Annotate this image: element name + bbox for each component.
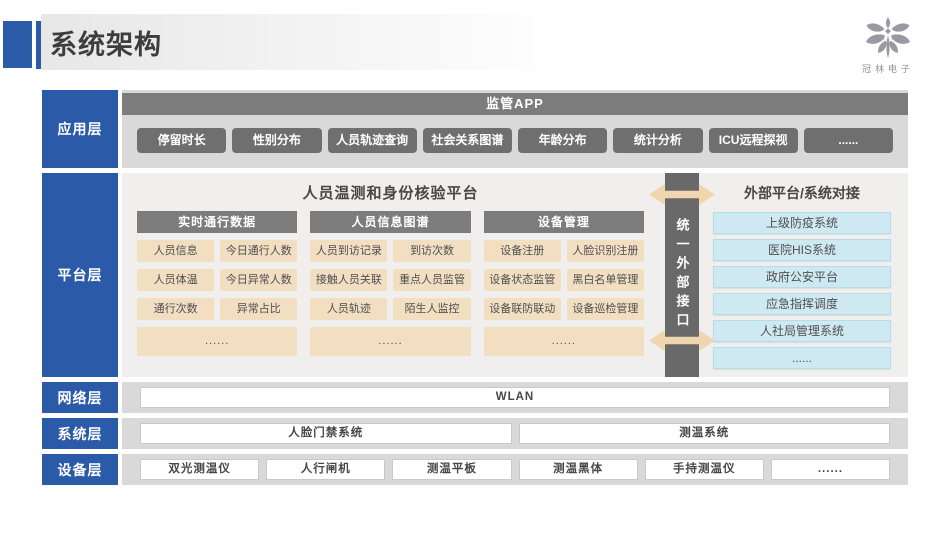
layer-label-application: 应用层	[42, 90, 118, 168]
application-feature-box: ......	[804, 128, 893, 153]
device-box: 测温黑体	[519, 459, 638, 480]
application-feature-list: 停留时长性别分布人员轨迹查询社会关系图谱年龄分布统计分析 ICU远程探视.....…	[137, 128, 893, 153]
platform-function-cell: 重点人员监管	[393, 269, 470, 291]
platform-function-cell: 异常占比	[220, 298, 297, 320]
device-layer-content: 双光测温仪人行闸机测温平板测温黑体手持测温仪......	[122, 454, 908, 485]
column-cell-grid: 设备注册人脸识别注册设备状态监管黑白名单管理设备联防联动设备巡检管理	[484, 240, 644, 320]
application-feature-box: 统计分析	[613, 128, 702, 153]
architecture-diagram: 应用层 监管APP 停留时长性别分布人员轨迹查询社会关系图谱年龄分布统计分析 IC…	[42, 90, 908, 490]
platform-function-cell: 今日通行人数	[220, 240, 297, 262]
unified-external-interface-bar: 统一外部接口	[665, 173, 699, 377]
platform-function-cell: 设备状态监管	[484, 269, 561, 291]
column-realtime-data: 实时通行数据 人员信息今日通行人数人员体温今日异常人数通行次数异常占比 ....…	[137, 211, 297, 356]
page: 系统架构 冠林电子 应用层 监管APP 停留时长性别分布人员轨迹查询社会关系图谱…	[0, 0, 950, 534]
column-more-cell: ......	[484, 327, 644, 356]
system-layer-row: 系统层 人脸门禁系统测温系统	[42, 418, 908, 449]
external-system-box: 政府公安平台	[713, 266, 891, 288]
platform-function-cell: 人员轨迹	[310, 298, 387, 320]
application-layer-row: 应用层 监管APP 停留时长性别分布人员轨迹查询社会关系图谱年龄分布统计分析 IC…	[42, 90, 908, 168]
device-box: 手持测温仪	[645, 459, 764, 480]
application-feature-box: 社会关系图谱	[423, 128, 512, 153]
platform-function-cell: 设备巡检管理	[567, 298, 644, 320]
device-box: 测温平板	[392, 459, 511, 480]
column-header: 设备管理	[484, 211, 644, 233]
network-layer-row: 网络层 WLAN	[42, 382, 908, 413]
column-cell-grid: 人员信息今日通行人数人员体温今日异常人数通行次数异常占比	[137, 240, 297, 320]
external-system-box: 上级防疫系统	[713, 212, 891, 234]
device-box: ......	[771, 459, 890, 480]
device-box: 双光测温仪	[140, 459, 259, 480]
platform-function-cell: 通行次数	[137, 298, 214, 320]
verification-platform-panel: 人员温测和身份核验平台 实时通行数据 人员信息今日通行人数人员体温今日异常人数通…	[122, 173, 651, 377]
page-title: 系统架构	[41, 23, 162, 62]
double-arrow-icon	[649, 330, 715, 351]
platform-function-cell: 人员到访记录	[310, 240, 387, 262]
system-box: 人脸门禁系统	[140, 423, 512, 444]
application-feature-box: 停留时长	[137, 128, 226, 153]
platform-function-cell: 设备联防联动	[484, 298, 561, 320]
platform-function-cell: 陌生人监控	[393, 298, 470, 320]
application-feature-box: 性别分布	[232, 128, 321, 153]
column-more-cell: ......	[310, 327, 470, 356]
external-system-list: 上级防疫系统医院HIS系统政府公安平台应急指挥调度人社局管理系统......	[713, 212, 891, 369]
column-header: 实时通行数据	[137, 211, 297, 233]
platform-title: 人员温测和身份核验平台	[130, 182, 651, 203]
system-layer-content: 人脸门禁系统测温系统	[122, 418, 908, 449]
platform-function-cell: 人员体温	[137, 269, 214, 291]
device-layer-row: 设备层 双光测温仪人行闸机测温平板测温黑体手持测温仪......	[42, 454, 908, 485]
platform-layer-row: 平台层 人员温测和身份核验平台 实时通行数据 人员信息今日通行人数人员体温今日异…	[42, 173, 908, 377]
platform-layer-content: 人员温测和身份核验平台 实时通行数据 人员信息今日通行人数人员体温今日异常人数通…	[122, 173, 908, 377]
application-feature-box: 人员轨迹查询	[328, 128, 417, 153]
title-strip: 系统架构	[41, 14, 701, 70]
platform-function-cell: 黑白名单管理	[567, 269, 644, 291]
column-header: 人员信息图谱	[310, 211, 470, 233]
title-accent-square	[3, 21, 32, 68]
external-panel-title: 外部平台/系统对接	[713, 183, 891, 203]
company-logo-text: 冠林电子	[850, 62, 926, 75]
platform-function-cell: 今日异常人数	[220, 269, 297, 291]
external-system-box: 应急指挥调度	[713, 293, 891, 315]
platform-function-cell: 人脸识别注册	[567, 240, 644, 262]
application-feature-box: ICU远程探视	[709, 128, 798, 153]
platform-function-cell: 人员信息	[137, 240, 214, 262]
external-systems-panel: 外部平台/系统对接 上级防疫系统医院HIS系统政府公安平台应急指挥调度人社局管理…	[713, 173, 891, 377]
layer-label-device: 设备层	[42, 454, 118, 485]
platform-function-cell: 设备注册	[484, 240, 561, 262]
tree-logo-icon	[860, 16, 916, 60]
platform-columns: 实时通行数据 人员信息今日通行人数人员体温今日异常人数通行次数异常占比 ....…	[137, 211, 644, 356]
platform-function-cell: 接触人员关联	[310, 269, 387, 291]
external-system-box: ......	[713, 347, 891, 369]
column-more-cell: ......	[137, 327, 297, 356]
application-layer-content: 监管APP 停留时长性别分布人员轨迹查询社会关系图谱年龄分布统计分析 ICU远程探…	[122, 90, 908, 168]
external-system-box: 医院HIS系统	[713, 239, 891, 261]
column-cell-grid: 人员到访记录到访次数接触人员关联重点人员监管人员轨迹陌生人监控	[310, 240, 470, 320]
system-box: 测温系统	[519, 423, 891, 444]
application-feature-box: 年龄分布	[518, 128, 607, 153]
layer-label-system: 系统层	[42, 418, 118, 449]
company-logo: 冠林电子	[850, 16, 926, 75]
platform-function-cell: 到访次数	[393, 240, 470, 262]
network-box: WLAN	[140, 387, 890, 408]
column-person-graph: 人员信息图谱 人员到访记录到访次数接触人员关联重点人员监管人员轨迹陌生人监控 .…	[310, 211, 470, 356]
column-device-management: 设备管理 设备注册人脸识别注册设备状态监管黑白名单管理设备联防联动设备巡检管理 …	[484, 211, 644, 356]
supervision-app-banner: 监管APP	[122, 93, 908, 115]
layer-label-platform: 平台层	[42, 173, 118, 377]
network-layer-content: WLAN	[122, 382, 908, 413]
layer-label-network: 网络层	[42, 382, 118, 413]
device-box: 人行闸机	[266, 459, 385, 480]
external-system-box: 人社局管理系统	[713, 320, 891, 342]
double-arrow-icon	[649, 184, 715, 205]
interface-bar-label: 统一外部接口	[673, 218, 692, 332]
